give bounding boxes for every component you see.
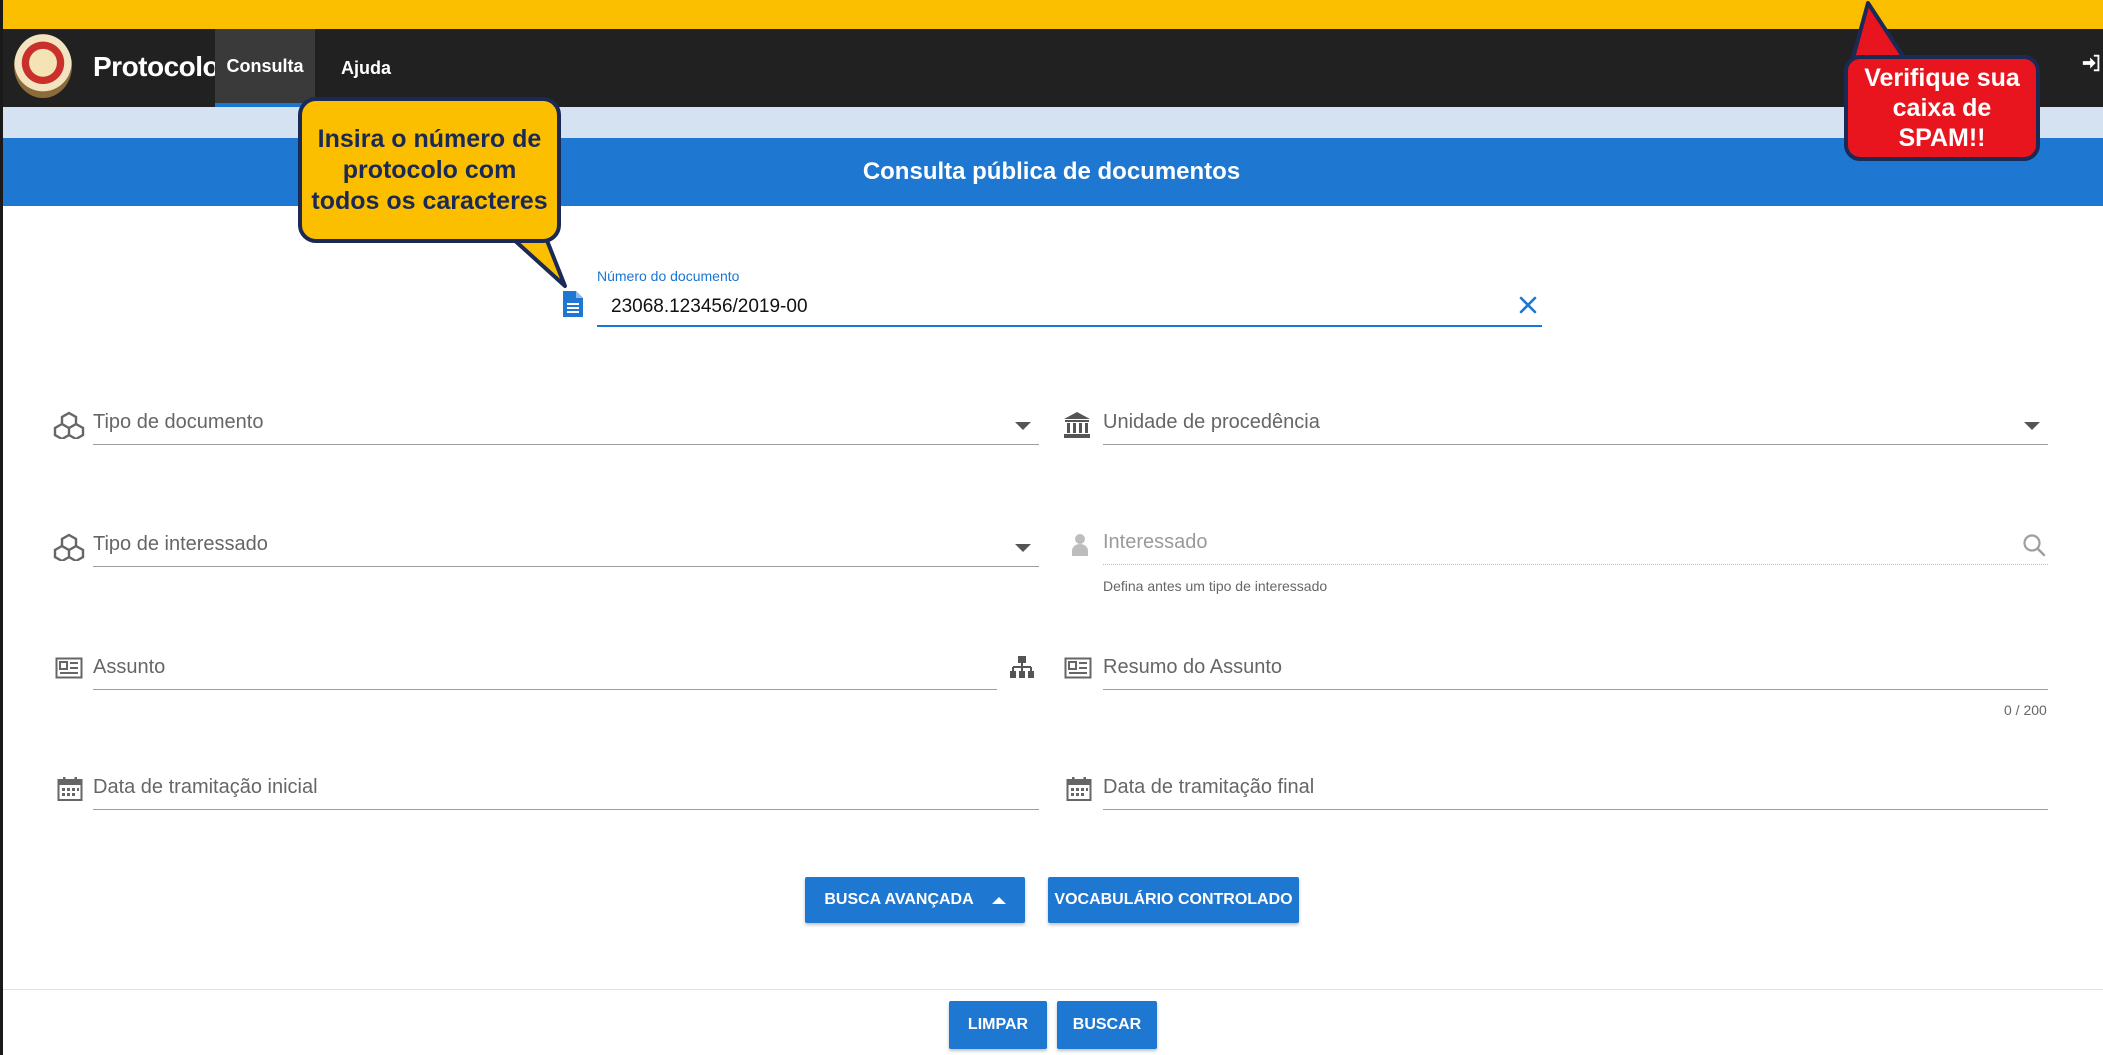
tab-consulta[interactable]: Consulta [215, 29, 315, 107]
interessado-field[interactable]: Interessado [1103, 525, 2048, 565]
assunto-field[interactable]: Assunto [93, 650, 997, 690]
sign-in-icon[interactable] [2081, 51, 2103, 75]
tab-ajuda[interactable]: Ajuda [330, 29, 402, 107]
protocolo-hint-callout: Insira o número de protocolo com todos o… [298, 97, 561, 243]
data-final-field[interactable]: Data de tramitação final [1103, 770, 2048, 810]
limpar-button[interactable]: LIMPAR [949, 1001, 1047, 1049]
busca-avancada-label: BUSCA AVANÇADA [824, 891, 974, 908]
interessado-placeholder: Interessado [1103, 531, 1208, 553]
app-name[interactable]: Protocolo [93, 51, 220, 83]
yellow-callout-pointer [510, 236, 567, 288]
assunto-placeholder: Assunto [93, 656, 166, 678]
top-navbar: Protocolo Consulta Ajuda [0, 29, 2103, 107]
document-number-input[interactable] [597, 288, 1542, 327]
tipo-documento-placeholder: Tipo de documento [93, 411, 264, 433]
tipo-interessado-select[interactable]: Tipo de interessado [93, 527, 1039, 567]
close-icon[interactable] [1518, 295, 1538, 315]
resumo-char-counter: 0 / 200 [2004, 702, 2047, 718]
search-icon[interactable] [2022, 533, 2046, 557]
busca-avancada-button[interactable]: BUSCA AVANÇADA [805, 877, 1025, 923]
institution-icon [1064, 412, 1090, 438]
buscar-button[interactable]: BUSCAR [1057, 1001, 1157, 1049]
spam-warning-callout: Verifique sua caixa de SPAM!! [1844, 55, 2040, 161]
data-inicial-placeholder: Data de tramitação inicial [93, 776, 318, 798]
file-document-icon [563, 291, 583, 317]
resumo-assunto-field[interactable]: Resumo do Assunto [1103, 650, 2048, 690]
calendar-icon [1066, 777, 1092, 801]
newspaper-icon [1064, 657, 1092, 679]
chevron-down-icon [1015, 544, 1031, 552]
data-inicial-field[interactable]: Data de tramitação inicial [93, 770, 1039, 810]
cubes-icon [53, 533, 85, 561]
tipo-interessado-placeholder: Tipo de interessado [93, 533, 268, 555]
data-final-placeholder: Data de tramitação final [1103, 776, 1315, 798]
footer-divider [0, 989, 2103, 990]
unidade-procedencia-select[interactable]: Unidade de procedência [1103, 405, 2048, 445]
chevron-down-icon [2024, 422, 2040, 430]
tipo-documento-select[interactable]: Tipo de documento [93, 405, 1039, 445]
sitemap-icon[interactable] [1010, 655, 1034, 679]
top-banner-strip [0, 0, 2103, 29]
interessado-hint: Defina antes um tipo de interessado [1103, 578, 1328, 594]
resumo-assunto-placeholder: Resumo do Assunto [1103, 656, 1282, 678]
chevron-down-icon [1015, 422, 1031, 430]
chevron-up-icon [991, 896, 1006, 904]
university-seal-logo [14, 34, 72, 98]
newspaper-icon [55, 657, 83, 679]
vocabulario-controlado-button[interactable]: VOCABULÁRIO CONTROLADO [1048, 877, 1299, 923]
calendar-icon [57, 777, 83, 801]
document-number-label: Número do documento [597, 268, 740, 284]
cubes-icon [53, 411, 85, 439]
user-icon [1072, 534, 1088, 556]
unidade-procedencia-placeholder: Unidade de procedência [1103, 411, 1320, 433]
